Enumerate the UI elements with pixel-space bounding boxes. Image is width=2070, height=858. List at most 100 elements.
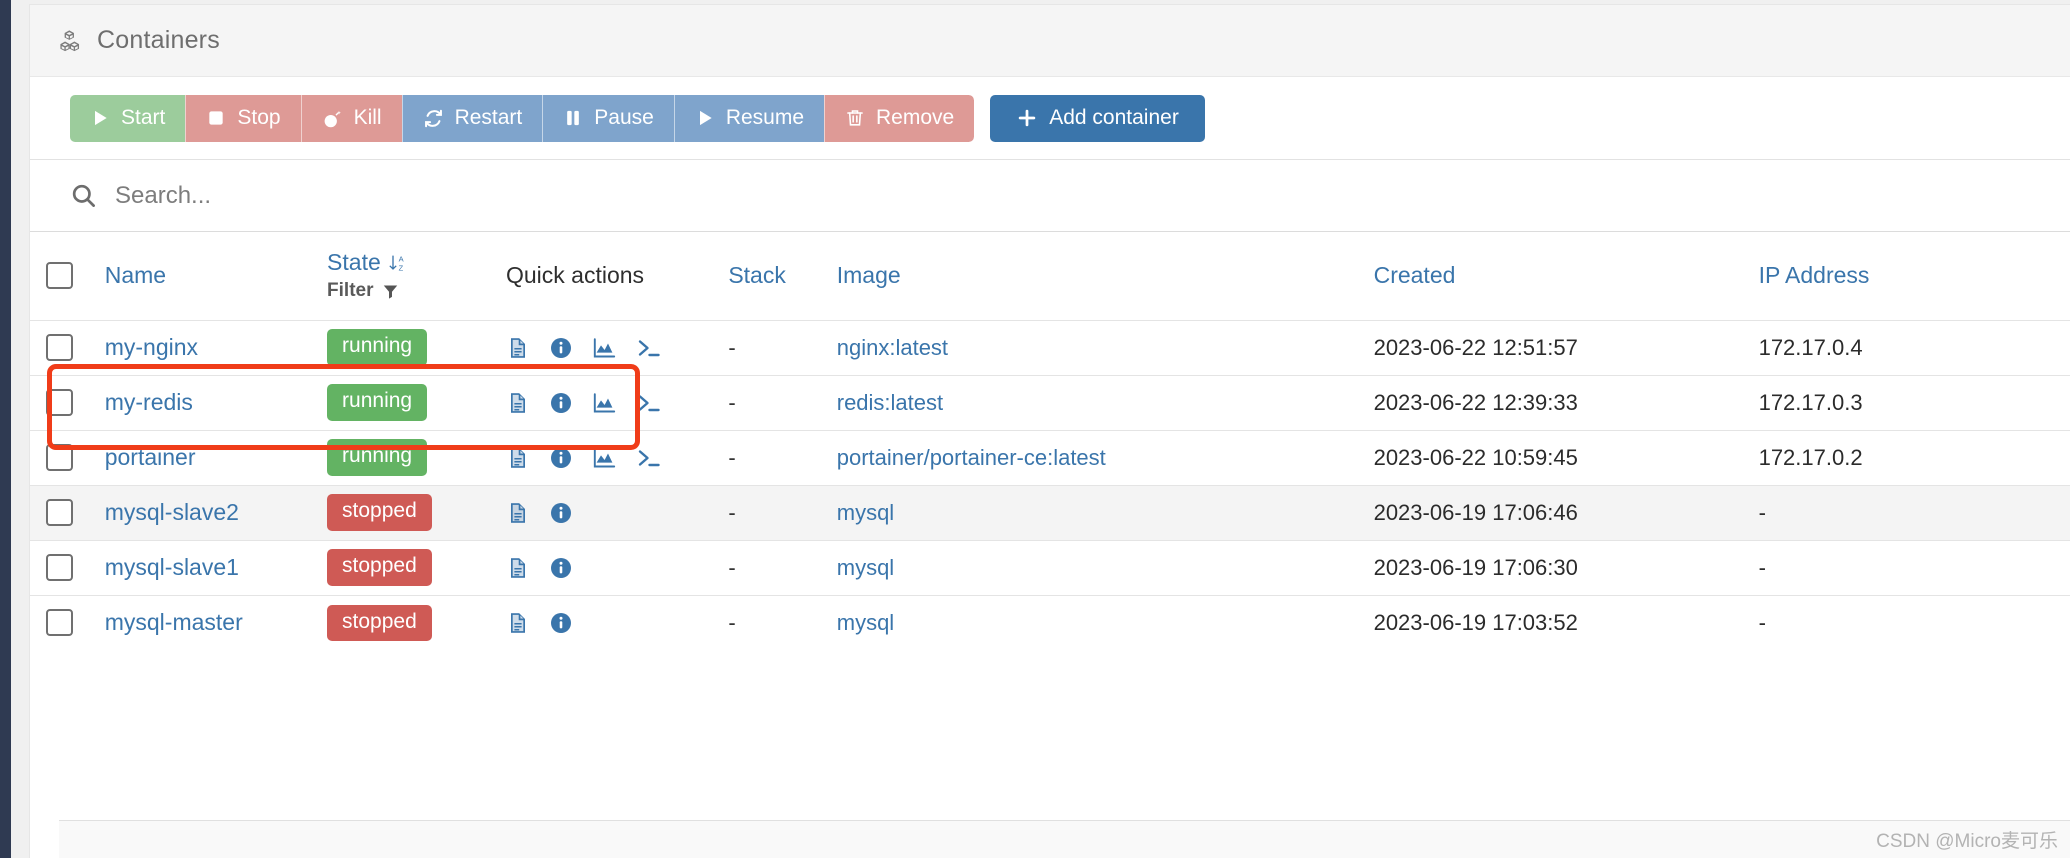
status-badge: running bbox=[327, 384, 428, 421]
image-link[interactable]: mysql bbox=[837, 610, 894, 635]
column-header-created[interactable]: Created bbox=[1360, 232, 1745, 320]
container-name-link[interactable]: mysql-master bbox=[105, 609, 243, 635]
row-checkbox[interactable] bbox=[46, 609, 73, 637]
info-icon[interactable] bbox=[549, 501, 573, 525]
status-badge: stopped bbox=[327, 604, 432, 641]
console-icon[interactable] bbox=[636, 336, 662, 360]
stats-icon[interactable] bbox=[592, 336, 617, 360]
row-select-cell bbox=[30, 595, 91, 650]
image-link[interactable]: mysql bbox=[837, 555, 894, 580]
table-row[interactable]: mysql-slave1 stopped - mysql 2023-06-19 17:0… bbox=[30, 540, 2070, 595]
status-badge: stopped bbox=[327, 549, 432, 586]
logs-icon[interactable] bbox=[506, 391, 530, 415]
row-checkbox[interactable] bbox=[46, 334, 73, 361]
stats-icon[interactable] bbox=[592, 446, 617, 470]
start-button[interactable]: Start bbox=[70, 94, 186, 142]
image-link[interactable]: redis:latest bbox=[837, 390, 943, 415]
page-title: Containers bbox=[97, 26, 220, 54]
container-name-link[interactable]: my-redis bbox=[105, 389, 193, 415]
image-link[interactable]: portainer/portainer-ce:latest bbox=[837, 445, 1106, 470]
container-name-link[interactable]: mysql-slave2 bbox=[105, 499, 239, 525]
row-created-cell: 2023-06-19 17:06:46 bbox=[1360, 485, 1745, 540]
row-created-cell: 2023-06-19 17:06:30 bbox=[1360, 540, 1745, 595]
resume-button[interactable]: Resume bbox=[673, 94, 825, 142]
add-container-button[interactable]: Add container bbox=[990, 94, 1205, 142]
image-link[interactable]: mysql bbox=[837, 500, 894, 525]
containers-icon bbox=[59, 28, 85, 54]
column-header-image-label: Image bbox=[836, 262, 901, 289]
row-checkbox[interactable] bbox=[46, 444, 73, 471]
column-header-image[interactable]: Image bbox=[823, 232, 1360, 320]
kill-button[interactable]: Kill bbox=[300, 94, 402, 142]
info-icon[interactable] bbox=[549, 391, 573, 415]
pause-button[interactable]: Pause bbox=[542, 94, 674, 142]
row-checkbox[interactable] bbox=[46, 554, 73, 581]
row-stack-cell: - bbox=[714, 540, 822, 595]
row-quick-actions-cell bbox=[492, 540, 714, 595]
row-select-cell bbox=[30, 485, 91, 540]
container-name-link[interactable]: portainer bbox=[105, 444, 196, 470]
table-row[interactable]: mysql-slave2 stopped - mysql 2023-06-19 17:0… bbox=[30, 485, 2070, 540]
watermark: CSDN @Micro麦可乐 bbox=[1876, 831, 2058, 852]
column-header-state[interactable]: State A Z Filter bbox=[313, 232, 492, 320]
table-row[interactable]: my-nginx running - nginx:latest 2023-06-22 1… bbox=[30, 320, 2070, 375]
resume-button-label: Resume bbox=[725, 106, 805, 129]
image-link[interactable]: nginx:latest bbox=[837, 335, 948, 360]
card-header: Containers bbox=[30, 5, 2070, 77]
logs-icon[interactable] bbox=[506, 336, 530, 360]
row-created-cell: 2023-06-22 12:39:33 bbox=[1360, 375, 1745, 430]
status-badge: running bbox=[327, 329, 428, 366]
table-row[interactable]: my-redis running - redis:latest 2023-06-22 1… bbox=[30, 375, 2070, 430]
table-body: my-nginx running - nginx:latest 2023-06-22 1… bbox=[30, 320, 2070, 650]
console-icon[interactable] bbox=[636, 391, 662, 415]
info-icon[interactable] bbox=[549, 611, 573, 635]
container-action-button-group: Start Stop Kill Restart Pause Resume Rem… bbox=[70, 94, 975, 142]
select-all-checkbox[interactable] bbox=[46, 262, 73, 290]
container-name-link[interactable]: my-nginx bbox=[105, 334, 198, 360]
row-state-cell: running bbox=[313, 430, 492, 485]
stop-button[interactable]: Stop bbox=[185, 94, 301, 142]
row-ip-cell: 172.17.0.4 bbox=[1745, 320, 2070, 375]
created-value: 2023-06-22 12:51:57 bbox=[1373, 334, 1578, 360]
table-row[interactable]: portainer running - portainer/portainer-ce:… bbox=[30, 430, 2070, 485]
container-name-link[interactable]: mysql-slave1 bbox=[105, 554, 239, 580]
info-icon[interactable] bbox=[549, 556, 573, 580]
column-header-state-sort[interactable]: State A Z bbox=[327, 249, 407, 276]
state-filter-control[interactable]: Filter bbox=[327, 280, 398, 302]
table-row[interactable]: mysql-master stopped - mysql 2023-06-19 17:0… bbox=[30, 595, 2070, 650]
ip-value: - bbox=[1758, 499, 1766, 525]
card-footer: CSDN @Micro麦可乐 bbox=[59, 820, 2070, 858]
row-ip-cell: - bbox=[1745, 485, 2070, 540]
row-quick-actions-cell bbox=[492, 485, 714, 540]
row-image-cell: mysql bbox=[823, 485, 1360, 540]
row-checkbox[interactable] bbox=[46, 389, 73, 416]
row-name-cell: mysql-master bbox=[91, 595, 313, 650]
remove-button[interactable]: Remove bbox=[824, 94, 975, 142]
kill-button-label: Kill bbox=[353, 106, 382, 129]
table-header-row: Name State A Z Filter Quick actions Stac… bbox=[30, 232, 2070, 320]
logs-icon[interactable] bbox=[506, 446, 530, 470]
logs-icon[interactable] bbox=[506, 556, 530, 580]
logs-icon[interactable] bbox=[506, 611, 530, 635]
column-header-ip-label: IP Address bbox=[1758, 262, 1870, 289]
search-input[interactable] bbox=[115, 181, 715, 210]
info-icon[interactable] bbox=[549, 336, 573, 360]
stop-button-label: Stop bbox=[237, 106, 281, 129]
logs-icon[interactable] bbox=[506, 501, 530, 525]
column-header-quick-actions-label: Quick actions bbox=[505, 262, 645, 289]
state-filter-label: Filter bbox=[327, 280, 374, 302]
row-image-cell: mysql bbox=[823, 595, 1360, 650]
column-header-stack[interactable]: Stack bbox=[714, 232, 822, 320]
restart-button[interactable]: Restart bbox=[401, 94, 543, 142]
console-icon[interactable] bbox=[636, 446, 662, 470]
column-header-name[interactable]: Name bbox=[91, 232, 313, 320]
created-value: 2023-06-19 17:06:46 bbox=[1373, 499, 1578, 525]
stats-icon[interactable] bbox=[592, 391, 617, 415]
column-header-ip-address[interactable]: IP Address bbox=[1745, 232, 2070, 320]
row-created-cell: 2023-06-22 10:59:45 bbox=[1360, 430, 1745, 485]
created-value: 2023-06-19 17:03:52 bbox=[1373, 609, 1578, 635]
row-checkbox[interactable] bbox=[46, 499, 73, 526]
created-value: 2023-06-19 17:06:30 bbox=[1373, 554, 1578, 580]
ip-value: 172.17.0.4 bbox=[1758, 334, 1863, 360]
info-icon[interactable] bbox=[549, 446, 573, 470]
